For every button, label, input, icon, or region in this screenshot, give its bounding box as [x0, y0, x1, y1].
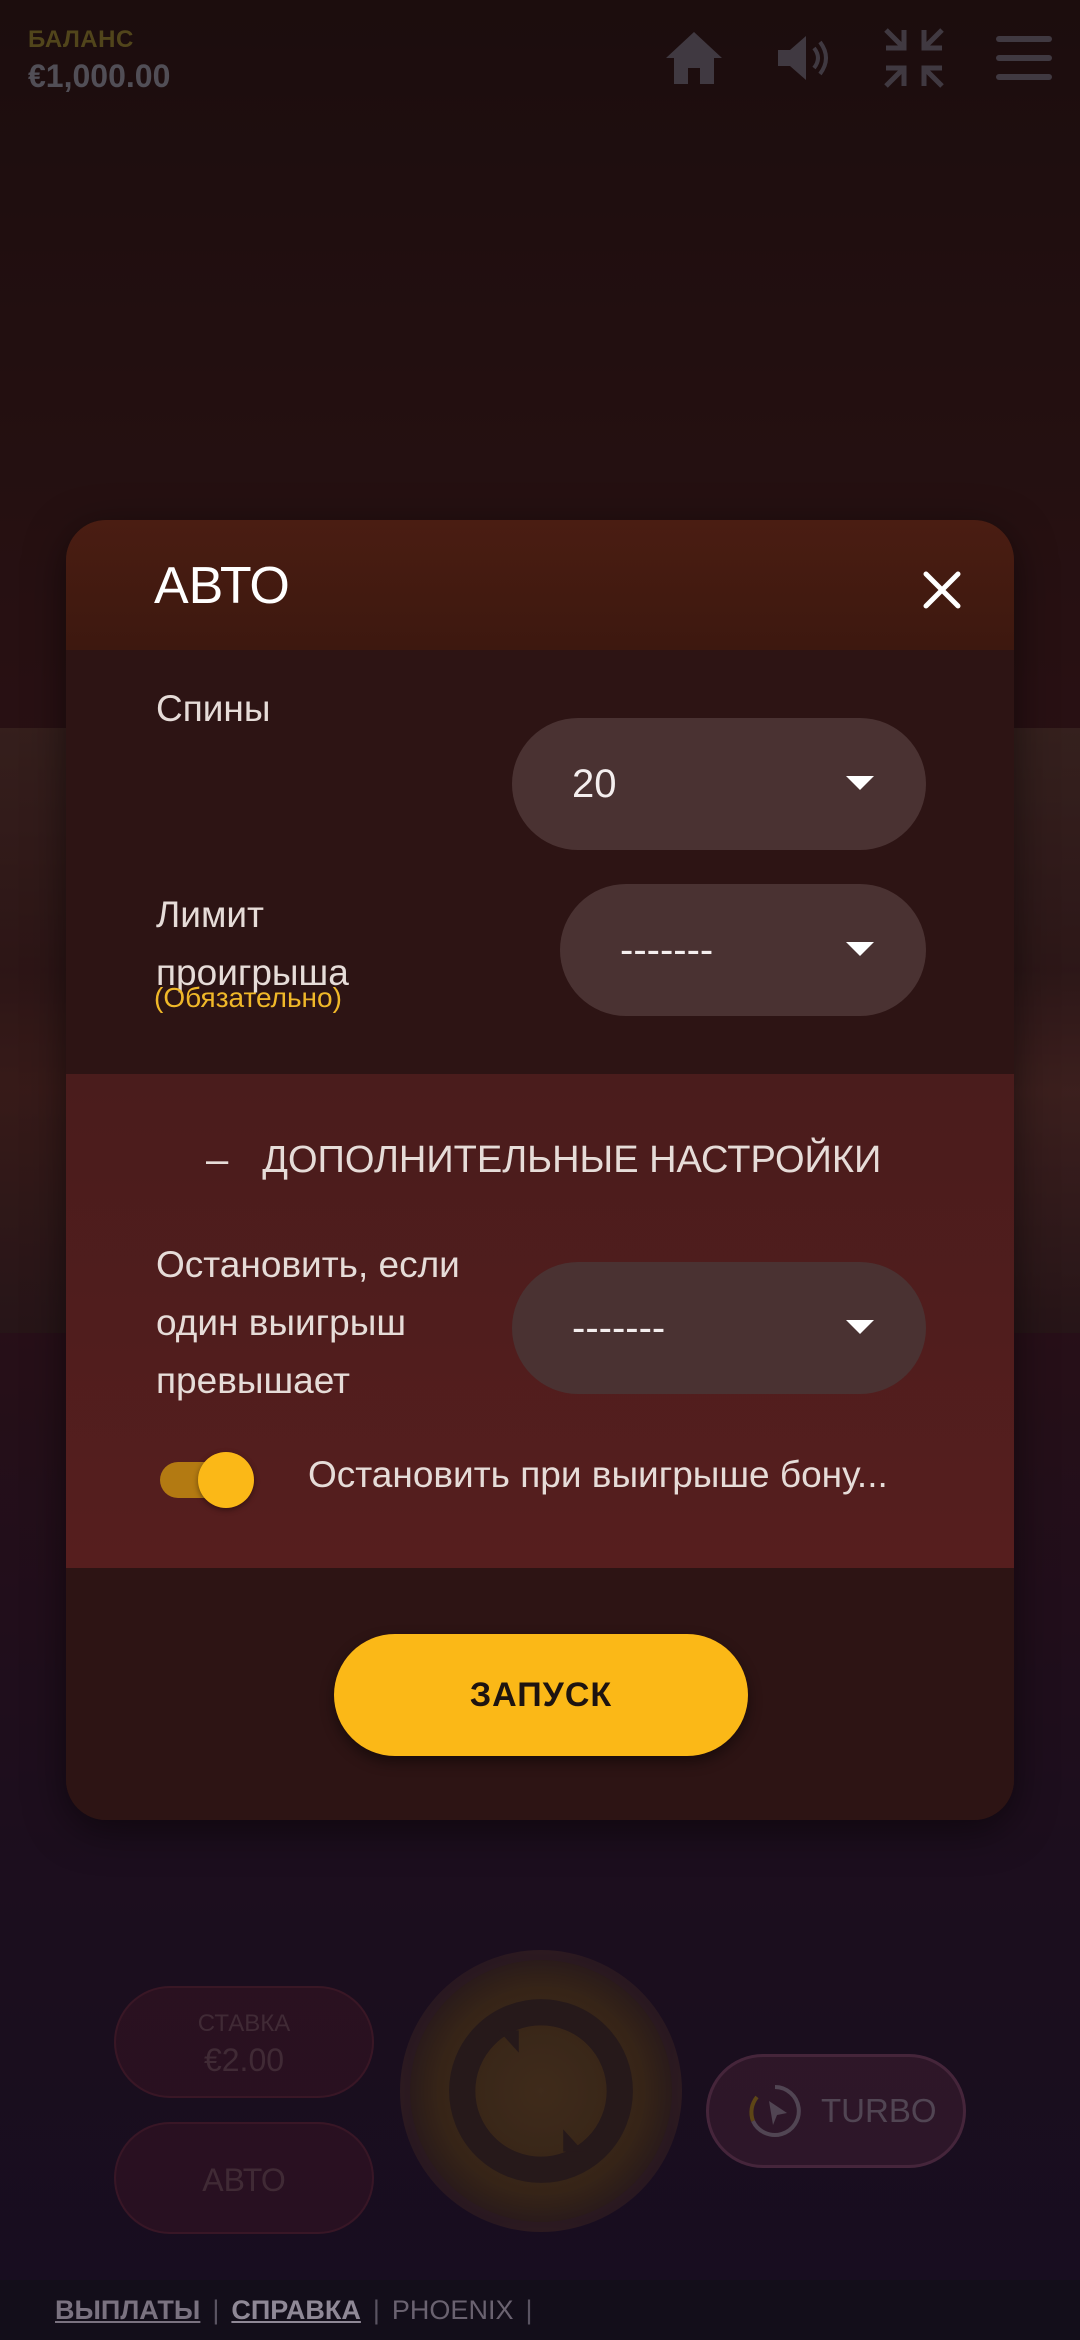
launch-button[interactable]: ЗАПУСК	[334, 1634, 748, 1756]
spins-select[interactable]: 20	[512, 718, 926, 850]
required-hint: (Обязательно)	[154, 982, 342, 1013]
single-win-label: Остановить, если один выигрыш превышает	[156, 1236, 460, 1410]
bonus-stop-toggle[interactable]	[160, 1452, 254, 1508]
modal-title: АВТО	[154, 557, 290, 615]
basic-settings: Спины 20 Лимит проигрыша (Обязательно) -…	[66, 650, 1014, 1074]
launch-section: ЗАПУСК	[66, 1568, 1014, 1820]
collapse-icon: –	[206, 1138, 229, 1182]
single-win-select[interactable]: -------	[512, 1262, 926, 1394]
provider-name: PHOENIX	[391, 2294, 514, 2325]
loss-limit-select[interactable]: -------	[560, 884, 926, 1016]
spins-label: Спины	[156, 688, 271, 729]
footer-separator: |	[525, 2294, 533, 2325]
payouts-link[interactable]: ВЫПЛАТЫ	[55, 2295, 200, 2326]
chevron-down-icon	[846, 776, 874, 790]
footer-links: ВЫПЛАТЫ | СПРАВКА | PHOENIX |	[0, 2280, 1080, 2340]
bonus-stop-label: Остановить при выигрыше бону...	[308, 1454, 888, 1495]
chevron-down-icon	[846, 1320, 874, 1334]
chevron-down-icon	[846, 942, 874, 956]
single-win-value: -------	[572, 1305, 666, 1350]
advanced-settings-toggle[interactable]: – ДОПОЛНИТЕЛЬНЫЕ НАСТРОЙКИ	[206, 1138, 881, 1183]
close-icon[interactable]	[912, 560, 972, 620]
single-win-label-line2: один выигрыш	[156, 1302, 407, 1343]
footer-separator: |	[212, 2294, 220, 2325]
footer-separator: |	[372, 2294, 380, 2325]
loss-limit-label-line1: Лимит	[156, 894, 265, 935]
help-link[interactable]: СПРАВКА	[231, 2295, 361, 2326]
auto-settings-modal: АВТО Спины 20 Лимит проигрыша (Обязатель…	[66, 520, 1014, 1820]
single-win-label-line1: Остановить, если	[156, 1244, 460, 1285]
advanced-settings: – ДОПОЛНИТЕЛЬНЫЕ НАСТРОЙКИ Остановить, е…	[66, 1074, 1014, 1568]
modal-header: АВТО	[66, 520, 1014, 650]
loss-limit-value: -------	[620, 927, 714, 972]
toggle-knob	[198, 1452, 254, 1508]
single-win-label-line3: превышает	[156, 1360, 350, 1401]
advanced-settings-title: ДОПОЛНИТЕЛЬНЫЕ НАСТРОЙКИ	[262, 1139, 882, 1181]
spins-value: 20	[572, 761, 617, 806]
